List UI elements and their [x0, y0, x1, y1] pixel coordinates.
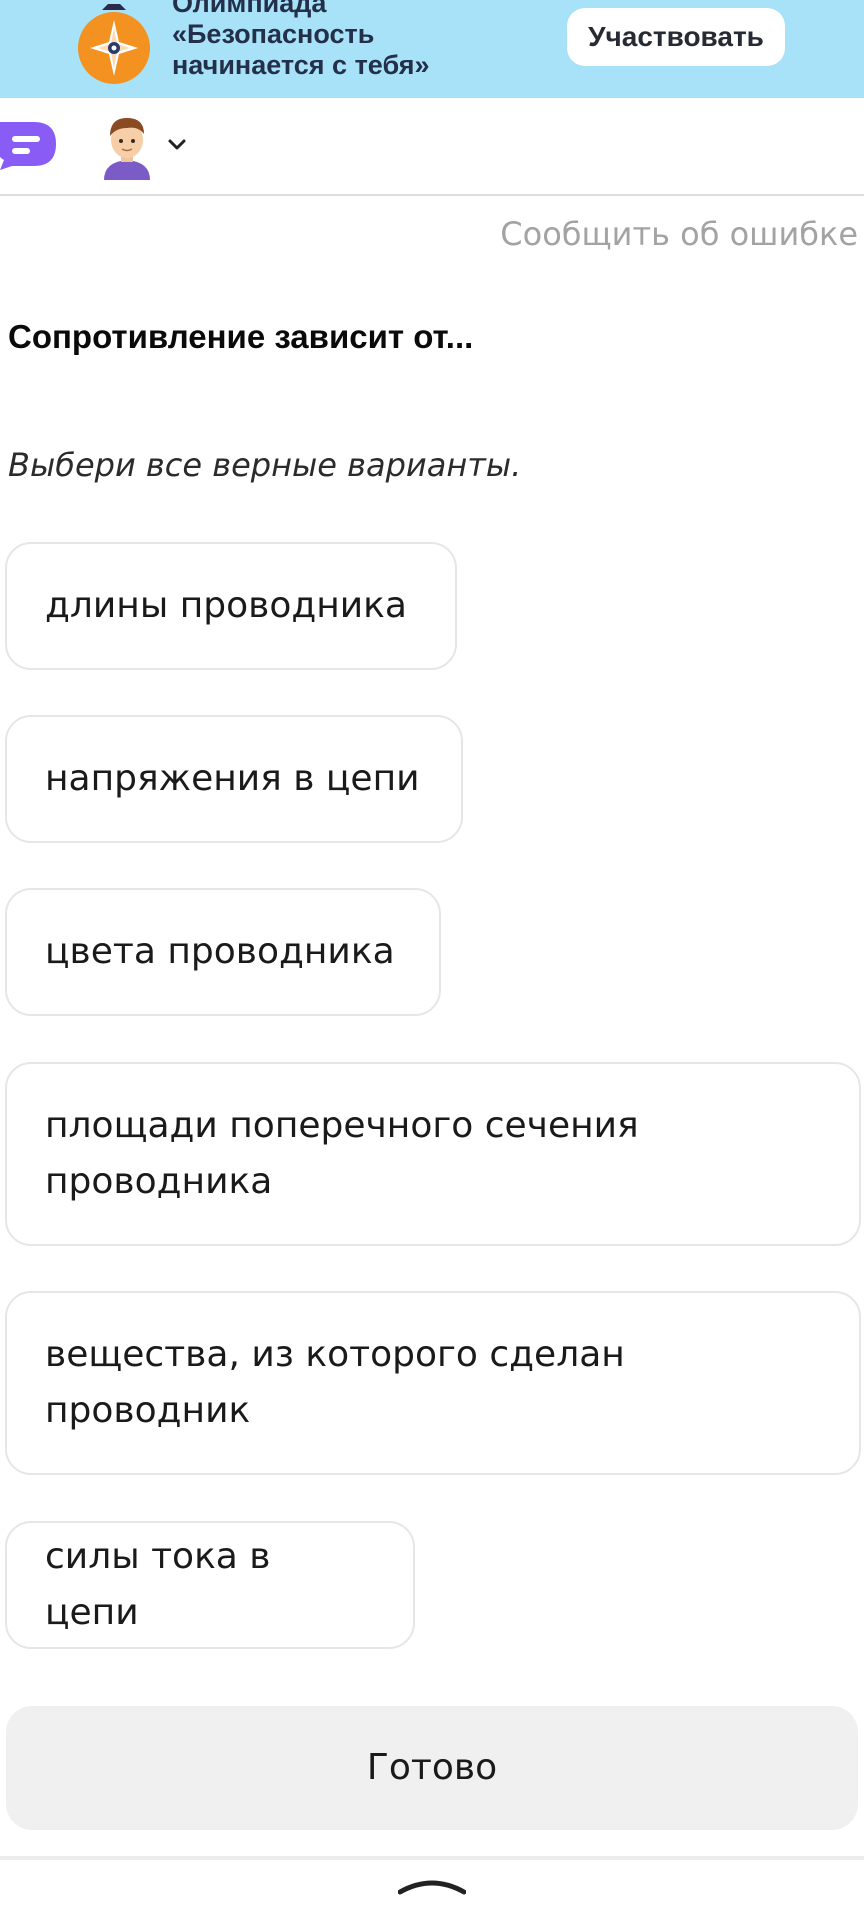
answer-option-label: вещества, из которого сделан проводник	[45, 1334, 625, 1431]
chat-bubble-icon[interactable]	[0, 118, 60, 172]
answer-option[interactable]: напряжения в цепи	[5, 715, 463, 843]
answer-option[interactable]: площади поперечного сечения проводника	[5, 1062, 861, 1246]
question-title: Сопротивление зависит от...	[8, 318, 474, 355]
answer-option-label: длины проводника	[45, 585, 407, 626]
promo-banner[interactable]: Олимпиада «Безопасность начинается с теб…	[0, 0, 864, 98]
answer-option[interactable]: цвета проводника	[5, 888, 441, 1016]
banner-title-line-2: «Безопасность	[172, 19, 375, 49]
answer-option-label: силы тока в цепи	[45, 1536, 271, 1633]
participate-button[interactable]: Участвовать	[567, 8, 785, 66]
bottom-divider	[0, 1856, 864, 1860]
report-error-link[interactable]: Сообщить об ошибке	[500, 215, 858, 253]
olympiad-star-emblem-icon	[78, 4, 150, 84]
chevron-down-icon[interactable]	[166, 136, 188, 154]
top-bar	[0, 98, 864, 196]
answer-option-label: площади поперечного сечения проводника	[45, 1105, 639, 1202]
answer-option-label: напряжения в цепи	[45, 758, 420, 799]
answer-option[interactable]: вещества, из которого сделан проводник	[5, 1291, 861, 1475]
chevron-up-icon[interactable]	[398, 1872, 466, 1896]
question-hint: Выбери все верные варианты.	[8, 446, 522, 484]
answer-option-label: цвета проводника	[45, 931, 395, 972]
boy-avatar-icon[interactable]	[98, 112, 156, 180]
banner-title-line-1: Олимпиада	[172, 0, 327, 18]
answer-option[interactable]: силы тока в цепи	[5, 1521, 415, 1649]
answer-option[interactable]: длины проводника	[5, 542, 457, 670]
done-button[interactable]: Готово	[6, 1706, 858, 1830]
banner-title-line-3: начинается с тебя»	[172, 50, 430, 80]
